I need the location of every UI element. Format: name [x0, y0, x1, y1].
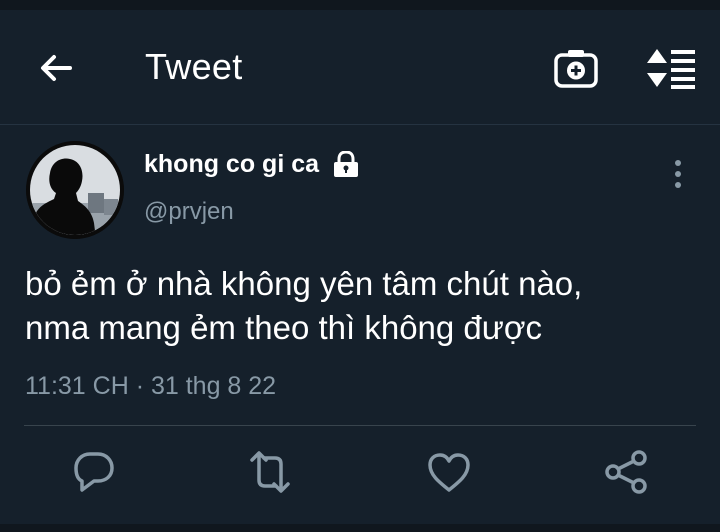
retweet-icon — [250, 451, 290, 493]
tweet-text: bỏ ẻm ở nhà không yên tâm chút nào, nma … — [25, 262, 695, 350]
reply-icon — [74, 452, 114, 492]
author-handle[interactable]: @prvjen — [144, 198, 234, 226]
reply-button[interactable] — [70, 448, 118, 496]
tweet-timestamp: 11:31 CH · 31 thg 8 22 — [25, 372, 277, 400]
app-bar: Tweet — [0, 10, 720, 125]
share-button[interactable] — [603, 448, 651, 496]
camera-button[interactable] — [553, 45, 599, 91]
bottom-divider — [0, 524, 720, 532]
profile-photo — [26, 141, 124, 239]
page-title: Tweet — [145, 46, 243, 87]
arrow-left-icon — [41, 55, 72, 81]
avatar[interactable] — [26, 141, 124, 239]
retweet-button[interactable] — [246, 448, 294, 496]
tweet-actions — [0, 448, 720, 500]
status-bar — [0, 0, 720, 10]
more-options-button[interactable] — [664, 158, 692, 190]
tweet-text-line: nma mang ẻm theo thì không được — [25, 309, 543, 346]
sort-button[interactable] — [645, 47, 697, 89]
share-icon — [605, 450, 647, 494]
sort-icon — [647, 49, 695, 89]
lock-icon — [331, 151, 361, 177]
like-button[interactable] — [425, 448, 473, 496]
tweet-text-line: bỏ ẻm ở nhà không yên tâm chút nào, — [25, 265, 583, 302]
back-button[interactable] — [36, 48, 76, 88]
author-name[interactable]: khong co gi ca — [144, 150, 319, 179]
like-icon — [428, 453, 470, 492]
camera-icon — [554, 50, 598, 88]
more-vertical-icon — [675, 160, 681, 188]
divider — [24, 425, 696, 426]
